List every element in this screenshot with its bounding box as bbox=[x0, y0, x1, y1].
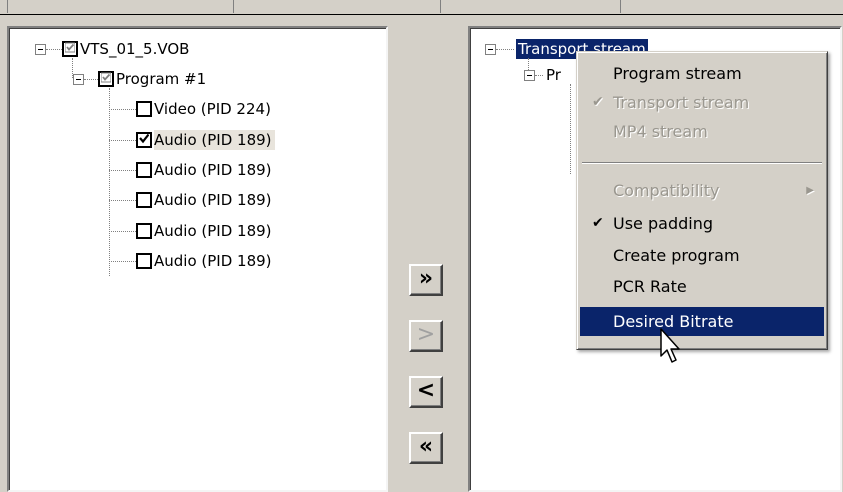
collapse-output-root-icon[interactable] bbox=[485, 44, 496, 55]
header-separator bbox=[233, 0, 234, 13]
collapse-output-program-icon[interactable] bbox=[524, 70, 535, 81]
context-menu: Program stream ✔ Transport stream MP4 str… bbox=[576, 51, 828, 350]
header-separator bbox=[620, 0, 621, 13]
menu-item-use-padding[interactable]: ✔ Use padding bbox=[580, 209, 824, 238]
stream-label[interactable]: Audio (PID 189) bbox=[154, 251, 272, 271]
output-program-label[interactable]: Pr bbox=[546, 65, 561, 85]
submenu-arrow-icon: ▶ bbox=[806, 185, 814, 196]
menu-item-pcr-rate[interactable]: PCR Rate bbox=[580, 272, 824, 301]
menu-item-desired-bitrate[interactable]: Desired Bitrate bbox=[580, 307, 824, 336]
header-separator bbox=[7, 0, 8, 13]
stream-checkbox[interactable] bbox=[136, 101, 152, 117]
collapse-program-icon[interactable] bbox=[73, 74, 84, 85]
remove-all-button[interactable]: « bbox=[409, 432, 443, 464]
stream-checkbox[interactable] bbox=[136, 162, 152, 178]
column-header-strip bbox=[0, 0, 843, 15]
stream-checkbox[interactable] bbox=[136, 223, 152, 239]
menu-item-create-program[interactable]: Create program bbox=[580, 241, 824, 270]
stream-checkbox[interactable] bbox=[136, 132, 152, 148]
stream-label[interactable]: Video (PID 224) bbox=[154, 99, 271, 119]
add-all-button[interactable]: » bbox=[409, 264, 443, 296]
root-node-label[interactable]: VTS_01_5.VOB bbox=[80, 39, 189, 59]
collapse-root-icon[interactable] bbox=[35, 44, 46, 55]
program-node-label[interactable]: Program #1 bbox=[116, 69, 206, 89]
menu-item-compatibility: Compatibility ▶ bbox=[580, 176, 824, 205]
source-stream-tree[interactable]: VTS_01_5.VOB Program #1 Video (PID 224) … bbox=[7, 26, 388, 492]
check-icon: ✔ bbox=[592, 94, 604, 110]
stream-label[interactable]: Audio (PID 189) bbox=[154, 160, 272, 180]
menu-item-transport-stream: ✔ Transport stream bbox=[580, 88, 824, 117]
stream-label[interactable]: Audio (PID 189) bbox=[154, 221, 272, 241]
stream-label-selected[interactable]: Audio (PID 189) bbox=[154, 130, 275, 150]
add-button[interactable]: > bbox=[409, 320, 443, 352]
program-checkbox[interactable] bbox=[98, 71, 114, 87]
menu-item-program-stream[interactable]: Program stream bbox=[580, 59, 824, 88]
menu-item-mp4-stream: MP4 stream bbox=[613, 122, 708, 141]
header-separator bbox=[440, 0, 441, 13]
root-checkbox[interactable] bbox=[62, 41, 78, 57]
check-icon: ✔ bbox=[592, 215, 604, 231]
stream-label[interactable]: Audio (PID 189) bbox=[154, 190, 272, 210]
remove-button[interactable]: < bbox=[409, 376, 443, 408]
mouse-cursor-icon bbox=[660, 328, 680, 363]
stream-checkbox[interactable] bbox=[136, 253, 152, 269]
stream-checkbox[interactable] bbox=[136, 192, 152, 208]
menu-separator bbox=[582, 162, 822, 164]
